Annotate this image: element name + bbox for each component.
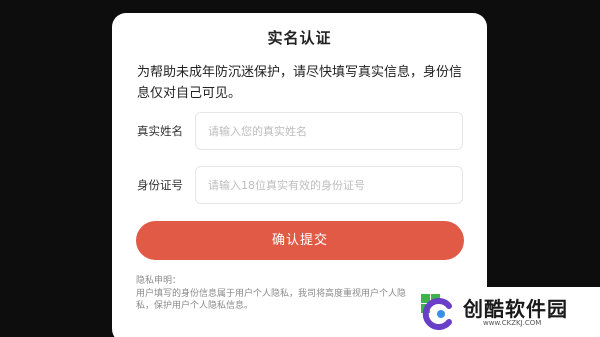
watermark-url: www.CKZKJ.COM: [483, 319, 542, 327]
site-logo-icon: [421, 294, 452, 330]
id-number-label: 身份证号: [137, 178, 183, 192]
privacy-body: 用户填写的身份信息属于用户个人隐私，我司将高度重视用户个人隐私，保护用户个人隐私…: [136, 288, 407, 312]
id-number-input[interactable]: [195, 166, 463, 204]
submit-button[interactable]: 确认提交: [136, 221, 464, 260]
real-name-label: 真实姓名: [137, 124, 183, 138]
intro-text: 为帮助未成年防沉迷保护，请尽快填写真实信息，身份信息仅对自己可见。: [137, 65, 463, 101]
site-watermark: 创酷软件园 www.CKZKJ.COM: [413, 287, 600, 337]
real-name-input[interactable]: [195, 112, 463, 150]
game-screen: 实名认证 为帮助未成年防沉迷保护，请尽快填写真实信息，身份信息仅对自己可见。 真…: [0, 0, 600, 337]
dialog-title: 实名认证: [267, 29, 332, 47]
privacy-statement: 隐私申明： 用户填写的身份信息属于用户个人隐私，我司将高度重视用户个人隐私，保护…: [136, 275, 416, 313]
id-number-row: 身份证号: [137, 166, 465, 204]
privacy-title: 隐私申明：: [136, 276, 182, 286]
real-name-row: 真实姓名: [137, 112, 465, 150]
watermark-name: 创酷软件园: [463, 297, 568, 321]
